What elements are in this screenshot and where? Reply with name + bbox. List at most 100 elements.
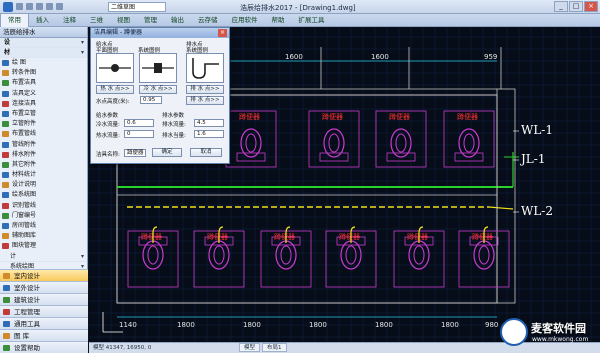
chevron-down-icon[interactable]: ▾ (81, 38, 84, 48)
tab-output[interactable]: 输出 (164, 14, 191, 27)
fixture-bowl-inner (280, 245, 292, 265)
panel-item-label: 布置洁具 (12, 79, 37, 87)
maximize-button[interactable]: □ (569, 1, 583, 12)
module-button-1[interactable]: 室外设计 (0, 281, 88, 293)
tab-help[interactable]: 帮助 (265, 14, 292, 27)
fixture-label: 蹲便器 (207, 232, 228, 241)
module-label: 室外设计 (14, 284, 40, 292)
cancel-button[interactable]: 取消 (190, 148, 222, 157)
chevron-down-icon[interactable]: ▾ (81, 48, 84, 58)
tab-cloud[interactable]: 云存储 (191, 14, 225, 27)
tab-insert[interactable]: 插入 (29, 14, 56, 27)
module-button-2[interactable]: 建筑设计 (0, 293, 88, 305)
dimension-label: 1800 (309, 321, 327, 329)
panel-item-2[interactable]: 布置洁具 (0, 78, 87, 88)
app-icon[interactable] (3, 2, 13, 12)
panel-item-18[interactable]: 图块管理 (0, 241, 87, 251)
panel-category-1[interactable]: 材 ▾ (0, 48, 87, 58)
tool-icon (2, 141, 9, 148)
tool-icon (2, 172, 9, 179)
module-button-5[interactable]: 图 库 (0, 329, 88, 341)
tool-icon (2, 100, 9, 107)
cold-flow-input[interactable]: 0.6 (124, 119, 154, 127)
module-button-0[interactable]: 室内设计 (0, 269, 88, 281)
drain-equiv-input[interactable]: 1.6 (194, 130, 224, 138)
water-height-input[interactable]: 0.95 (140, 96, 162, 104)
cold-water-point-button[interactable]: 冷 水 点>> (139, 85, 177, 94)
left-panel: 浩辰给排水 设 ▾ 材 ▾ 绘 图转条件图 布置洁具 洁具定义 连接洁具 布置立管 立管附件 布置管… (0, 27, 88, 353)
tab-common[interactable]: 常用 (0, 14, 29, 27)
dimension-label: 1800 (375, 321, 393, 329)
tool-icon (2, 161, 9, 168)
save-icon[interactable] (36, 3, 43, 10)
panel-item-12[interactable]: 设计说明 (0, 180, 87, 190)
tab-layout1[interactable]: 布局1 (262, 343, 287, 352)
panel-item-0[interactable]: 绘 图 (0, 58, 87, 68)
module-icon (3, 297, 10, 303)
new-icon[interactable] (16, 3, 23, 10)
dialog-close-button[interactable]: × (218, 29, 227, 37)
fixture-label: 蹲便器 (457, 112, 478, 121)
fixture-label: 蹲便器 (389, 112, 410, 121)
tab-model[interactable]: 模型 (239, 343, 261, 352)
panel-item-9[interactable]: 排水附件 (0, 150, 87, 160)
panel-item-label: 材料统计 (12, 171, 37, 179)
fixture-label: 蹲便器 (274, 232, 295, 241)
panel-item-7[interactable]: 布置管线 (0, 129, 87, 139)
tool-icon (2, 80, 9, 87)
fixture-bowl-inner (413, 245, 425, 265)
fixture-bowl-inner (147, 245, 159, 265)
tab-3d[interactable]: 三维 (83, 14, 110, 27)
close-button[interactable]: × (584, 1, 598, 12)
panel-item-4[interactable]: 连接洁具 (0, 99, 87, 109)
module-button-4[interactable]: 通用工具 (0, 317, 88, 329)
tab-annotate[interactable]: 注释 (56, 14, 83, 27)
panel-item-5[interactable]: 布置立管 (0, 109, 87, 119)
ok-button[interactable]: 确定 (152, 148, 182, 157)
fixture-label: 蹲便器 (322, 112, 343, 121)
panel-item-10[interactable]: 其它附件 (0, 160, 87, 170)
drain-flow-input[interactable]: 4.5 (194, 119, 224, 127)
module-button-6[interactable]: 设置帮助 (0, 341, 88, 353)
panel-item-label: 辅助图库 (12, 232, 37, 240)
window-title: 浩辰给排水2017 - [Drawing1.dwg] (240, 4, 356, 12)
drain-point-button-2[interactable]: 排 水 点>> (186, 96, 224, 105)
panel-item-label: 绘 图 (12, 59, 26, 66)
tab-extensions[interactable]: 扩展工具 (292, 14, 332, 27)
open-icon[interactable] (26, 3, 33, 10)
dimension-label: 1600 (285, 53, 303, 61)
module-button-3[interactable]: 工程管理 (0, 305, 88, 317)
fixture-bowl-inner (245, 133, 257, 153)
panel-item-17[interactable]: 辅助图库 (0, 231, 87, 241)
panel-item-6[interactable]: 立管附件 (0, 119, 87, 129)
panel-item-14[interactable]: 识别管线 (0, 201, 87, 211)
panel-section-0[interactable]: 计 ▾ (0, 252, 87, 262)
redo-icon[interactable] (56, 3, 63, 10)
tool-icon (2, 110, 9, 117)
panel-item-label: 房间管线 (12, 222, 37, 229)
fixture-name-input[interactable]: 蹲便器 (124, 149, 146, 157)
panel-item-13[interactable]: 绘系统图 (0, 190, 87, 200)
tool-icon (2, 233, 9, 240)
tab-view[interactable]: 视图 (110, 14, 137, 27)
tab-manage[interactable]: 管理 (137, 14, 164, 27)
panel-item-label: 识别管线 (12, 201, 37, 209)
panel-item-11[interactable]: 材料统计 (0, 170, 87, 180)
panel-item-8[interactable]: 管线附件 (0, 140, 87, 150)
chevron-down-icon[interactable]: ▾ (81, 252, 84, 262)
undo-icon[interactable] (46, 3, 53, 10)
drain-point-button[interactable]: 排 水 点>> (186, 85, 224, 94)
tab-apps[interactable]: 应用软件 (225, 14, 265, 27)
panel-item-15[interactable]: 门窗编号 (0, 211, 87, 221)
workspace-select[interactable]: 二维草图 (108, 2, 166, 12)
hot-flow-input[interactable]: 0 (124, 130, 154, 138)
tool-icon (2, 151, 9, 158)
minimize-button[interactable]: _ (554, 1, 568, 12)
hot-water-point-button[interactable]: 热 水 点>> (96, 85, 134, 94)
panel-item-label: 排水附件 (12, 150, 37, 158)
panel-item-3[interactable]: 洁具定义 (0, 89, 87, 99)
panel-section-label: 计 (10, 252, 17, 260)
panel-item-1[interactable]: 转条件图 (0, 68, 87, 78)
panel-item-16[interactable]: 房间管线 (0, 221, 87, 231)
panel-category-0[interactable]: 设 ▾ (0, 38, 87, 48)
